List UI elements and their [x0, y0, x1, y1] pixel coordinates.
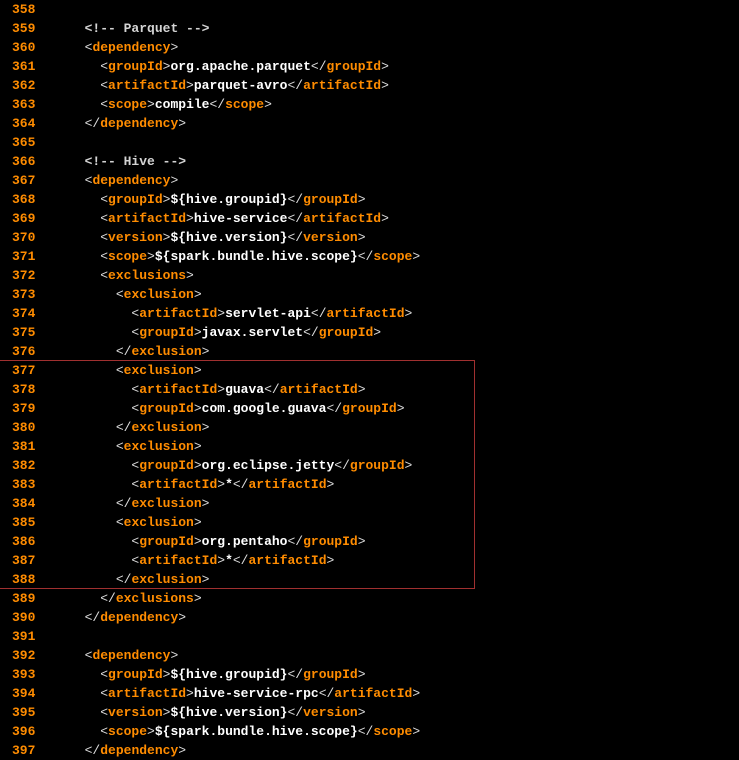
code-line[interactable]: <artifactId>*</artifactId>: [53, 475, 739, 494]
line-number: 389: [12, 589, 35, 608]
line-number: 372: [12, 266, 35, 285]
code-line[interactable]: <exclusions>: [53, 266, 739, 285]
code-line[interactable]: <exclusion>: [53, 437, 739, 456]
line-number: 379: [12, 399, 35, 418]
line-number: 391: [12, 627, 35, 646]
line-number: 361: [12, 57, 35, 76]
line-number: 364: [12, 114, 35, 133]
code-line[interactable]: <dependency>: [53, 646, 739, 665]
line-number: 368: [12, 190, 35, 209]
line-number: 392: [12, 646, 35, 665]
line-number: 362: [12, 76, 35, 95]
code-line[interactable]: <artifactId>servlet-api</artifactId>: [53, 304, 739, 323]
code-line[interactable]: <groupId>org.pentaho</groupId>: [53, 532, 739, 551]
code-line[interactable]: <groupId>${hive.groupid}</groupId>: [53, 190, 739, 209]
code-line[interactable]: </dependency>: [53, 608, 739, 627]
line-number: 377: [12, 361, 35, 380]
code-line[interactable]: <artifactId>*</artifactId>: [53, 551, 739, 570]
line-number: 374: [12, 304, 35, 323]
line-number: 358: [12, 0, 35, 19]
code-line[interactable]: [53, 0, 739, 19]
code-editor[interactable]: 3583593603613623633643653663673683693703…: [0, 0, 739, 760]
code-line[interactable]: </dependency>: [53, 114, 739, 133]
line-number: 388: [12, 570, 35, 589]
code-line[interactable]: <!-- Hive -->: [53, 152, 739, 171]
code-line[interactable]: <scope>compile</scope>: [53, 95, 739, 114]
line-number: 375: [12, 323, 35, 342]
code-line[interactable]: <exclusion>: [53, 361, 739, 380]
code-line[interactable]: </exclusions>: [53, 589, 739, 608]
line-number: 371: [12, 247, 35, 266]
code-line[interactable]: <artifactId>hive-service</artifactId>: [53, 209, 739, 228]
line-number: 380: [12, 418, 35, 437]
code-line[interactable]: [53, 627, 739, 646]
line-number: 397: [12, 741, 35, 760]
line-number: 378: [12, 380, 35, 399]
line-number: 395: [12, 703, 35, 722]
line-number: 370: [12, 228, 35, 247]
line-number: 382: [12, 456, 35, 475]
code-line[interactable]: <exclusion>: [53, 513, 739, 532]
line-number: 396: [12, 722, 35, 741]
code-line[interactable]: </exclusion>: [53, 342, 739, 361]
code-line[interactable]: <artifactId>guava</artifactId>: [53, 380, 739, 399]
code-line[interactable]: <groupId>${hive.groupid}</groupId>: [53, 665, 739, 684]
line-number: 381: [12, 437, 35, 456]
line-number: 394: [12, 684, 35, 703]
code-line[interactable]: <scope>${spark.bundle.hive.scope}</scope…: [53, 722, 739, 741]
code-line[interactable]: <version>${hive.version}</version>: [53, 228, 739, 247]
code-line[interactable]: <groupId>org.apache.parquet</groupId>: [53, 57, 739, 76]
line-number: 385: [12, 513, 35, 532]
line-number: 393: [12, 665, 35, 684]
line-number: 383: [12, 475, 35, 494]
code-line[interactable]: <groupId>com.google.guava</groupId>: [53, 399, 739, 418]
line-number: 386: [12, 532, 35, 551]
line-number: 369: [12, 209, 35, 228]
line-number: 367: [12, 171, 35, 190]
code-line[interactable]: <scope>${spark.bundle.hive.scope}</scope…: [53, 247, 739, 266]
line-number: 360: [12, 38, 35, 57]
code-line[interactable]: </dependency>: [53, 741, 739, 760]
code-line[interactable]: <dependency>: [53, 38, 739, 57]
code-line[interactable]: <artifactId>parquet-avro</artifactId>: [53, 76, 739, 95]
code-line[interactable]: </exclusion>: [53, 418, 739, 437]
line-number: 365: [12, 133, 35, 152]
code-line[interactable]: [53, 133, 739, 152]
code-line[interactable]: <groupId>org.eclipse.jetty</groupId>: [53, 456, 739, 475]
line-number: 366: [12, 152, 35, 171]
line-number: 359: [12, 19, 35, 38]
line-number: 363: [12, 95, 35, 114]
code-line[interactable]: <dependency>: [53, 171, 739, 190]
code-line[interactable]: <groupId>javax.servlet</groupId>: [53, 323, 739, 342]
code-line[interactable]: </exclusion>: [53, 570, 739, 589]
line-number: 387: [12, 551, 35, 570]
code-line[interactable]: <artifactId>hive-service-rpc</artifactId…: [53, 684, 739, 703]
code-line[interactable]: <!-- Parquet -->: [53, 19, 739, 38]
line-number: 376: [12, 342, 35, 361]
line-number: 373: [12, 285, 35, 304]
code-line[interactable]: <version>${hive.version}</version>: [53, 703, 739, 722]
line-number-gutter: 3583593603613623633643653663673683693703…: [0, 0, 43, 760]
line-number: 384: [12, 494, 35, 513]
code-line[interactable]: <exclusion>: [53, 285, 739, 304]
code-line[interactable]: </exclusion>: [53, 494, 739, 513]
code-area[interactable]: <!-- Parquet --> <dependency> <groupId>o…: [43, 0, 739, 760]
line-number: 390: [12, 608, 35, 627]
